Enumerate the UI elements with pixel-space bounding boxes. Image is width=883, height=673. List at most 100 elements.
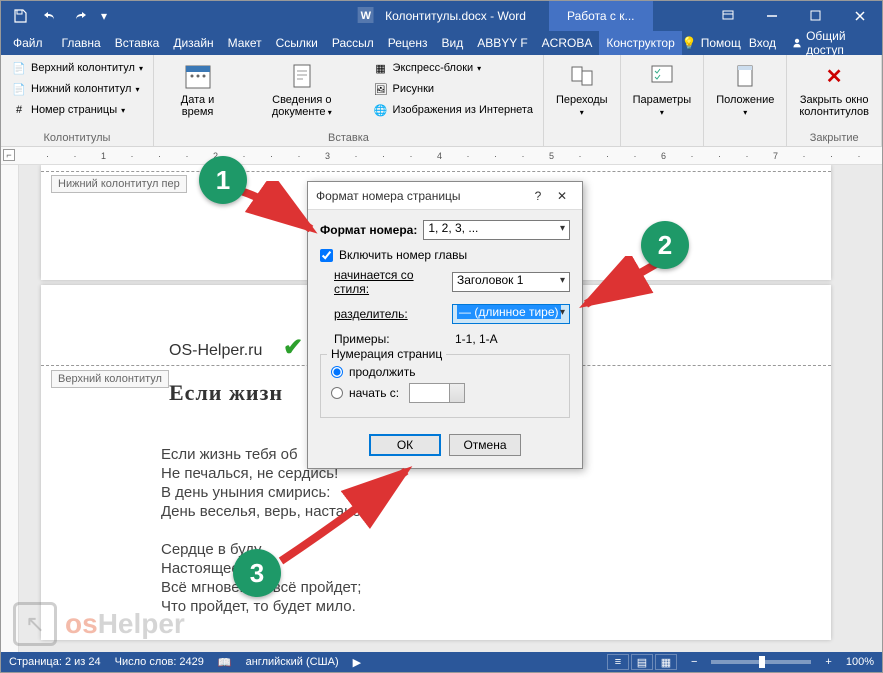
header-icon: 📄 [11,60,27,76]
view-print-icon[interactable]: ▤ [631,654,653,670]
maximize-button[interactable] [794,1,838,31]
status-proofing-icon[interactable]: 📖 [218,656,232,669]
view-web-icon[interactable]: ▦ [655,654,677,670]
group-label-close: Закрытие [793,130,875,144]
continue-radio[interactable]: продолжить [331,365,559,379]
close-button[interactable] [838,1,882,31]
group-label-headers: Колонтитулы [7,130,147,144]
footer-icon: 📄 [11,81,27,97]
format-select[interactable]: 1, 2, 3, ... [423,220,570,240]
document-title: Колонтитулы.docx - Word [385,9,526,23]
status-words[interactable]: Число слов: 2429 [115,656,204,668]
share-label: Общий доступ [806,29,864,57]
callout-2: 2 [641,221,689,269]
picture-icon: 🖼 [373,81,389,97]
cancel-button[interactable]: Отмена [449,434,521,456]
login-link[interactable]: Вход [749,36,776,50]
group-label-insert: Вставка [160,130,537,144]
examples-label: Примеры: [334,332,449,346]
zoom-level[interactable]: 100% [846,656,874,668]
tab-references[interactable]: Ссылки [269,31,325,55]
header-button[interactable]: 📄Верхний колонтитул▾ [7,58,147,78]
tab-view[interactable]: Вид [434,31,470,55]
quickparts-button[interactable]: ▦Экспресс-блоки▾ [369,58,537,78]
ribbon-group-params: Параметры▾ [621,55,705,146]
ribbon-group-headers: 📄Верхний колонтитул▾ 📄Нижний колонтитул▾… [1,55,154,146]
start-from-spinner[interactable] [409,383,465,403]
close-header-footer-button[interactable]: ✕ Закрыть окноколонтитулов [793,58,875,130]
view-read-icon[interactable]: ≡ [607,654,629,670]
tab-file[interactable]: Файл [1,31,55,55]
page-number-button[interactable]: #Номер страницы▾ [7,100,147,120]
doc-info-button[interactable]: Сведения о документе ▾ [239,58,364,130]
tab-insert[interactable]: Вставка [108,31,167,55]
transitions-button[interactable]: Переходы▾ [550,58,614,142]
tab-acrobat[interactable]: ACROBA [535,31,600,55]
close-x-icon: ✕ [818,60,850,92]
separator-select[interactable]: — (длинное тире) [452,304,570,324]
arrow-1 [231,181,331,251]
separator-label: разделитель: [334,307,446,321]
tab-designer[interactable]: Конструктор [599,31,681,55]
tab-selector[interactable]: ⌐ [3,149,15,161]
position-button[interactable]: Положение▾ [710,58,780,142]
tabs-right: 💡Помощ Вход Общий доступ [682,31,882,55]
save-icon[interactable] [7,4,33,28]
include-chapter-checkbox[interactable]: Включить номер главы [320,248,570,262]
dialog-help-button[interactable]: ? [526,189,550,203]
watermark-cursor-icon: ↖ [13,602,57,646]
tab-abbyy[interactable]: ABBYY F [470,31,534,55]
dialog-close-button[interactable]: ✕ [550,189,574,203]
online-pic-icon: 🌐 [373,102,389,118]
footer-button[interactable]: 📄Нижний колонтитул▾ [7,79,147,99]
status-language[interactable]: английский (США) [246,656,339,668]
tab-review[interactable]: Реценз [381,31,435,55]
starts-style-select[interactable]: Заголовок 1 [452,272,570,292]
numbering-legend: Нумерация страниц [327,347,446,361]
status-bar: Страница: 2 из 24 Число слов: 2429 📖 анг… [1,652,882,672]
online-pictures-button[interactable]: 🌐Изображения из Интернета [369,100,537,120]
start-from-radio[interactable]: начать с: [331,383,559,403]
person-icon [792,36,802,50]
context-tab-label: Работа с к... [549,1,653,31]
undo-icon[interactable] [37,4,63,28]
zoom-in-button[interactable]: + [825,656,831,668]
site-label: OS-Helper.ru [169,342,262,360]
dialog-body: Формат номера: 1, 2, 3, ... Включить ном… [308,210,582,426]
vertical-ruler[interactable] [1,165,19,652]
page-number-format-dialog: Формат номера страницы ? ✕ Формат номера… [307,181,583,469]
qat-dropdown-icon[interactable]: ▾ [97,4,111,28]
params-button[interactable]: Параметры▾ [627,58,698,142]
footer-tag: Нижний колонтитул пер [51,175,187,193]
docinfo-icon [286,60,318,92]
minimize-button[interactable] [750,1,794,31]
header-tag: Верхний колонтитул [51,370,169,388]
tab-design[interactable]: Дизайн [166,31,220,55]
tab-home[interactable]: Главна [55,31,108,55]
tab-mailings[interactable]: Рассыл [325,31,381,55]
status-macro-icon[interactable]: ▶ [353,656,361,669]
numbering-fieldset: Нумерация страниц продолжить начать с: [320,354,570,418]
format-label: Формат номера: [320,223,417,237]
quickparts-icon: ▦ [373,60,389,76]
checkmark-icon: ✔ [283,333,303,362]
ruler-ticks: · · 1 · · · 2 · · · 3 · · · 4 · · · 5 · … [46,147,882,164]
tab-layout[interactable]: Макет [221,31,269,55]
dialog-titlebar[interactable]: Формат номера страницы ? ✕ [308,182,582,210]
svg-text:W: W [360,10,371,22]
redo-icon[interactable] [67,4,93,28]
status-page[interactable]: Страница: 2 из 24 [9,656,101,668]
pictures-button[interactable]: 🖼Рисунки [369,79,537,99]
share-button[interactable]: Общий доступ [784,31,872,55]
calendar-icon [182,60,214,92]
window-controls [706,1,882,31]
zoom-out-button[interactable]: − [691,656,697,668]
ribbon-options-icon[interactable] [706,1,750,31]
help-icon[interactable]: 💡Помощ [682,36,741,50]
zoom-slider[interactable] [711,660,811,664]
title-bar: ▾ W Колонтитулы.docx - Word Работа с к..… [1,1,882,31]
date-time-button[interactable]: Дата и время [160,58,235,130]
ok-button[interactable]: ОК [369,434,441,456]
transitions-icon [566,60,598,92]
horizontal-ruler[interactable]: ⌐ · · 1 · · · 2 · · · 3 · · · 4 · · · 5 … [1,147,882,165]
